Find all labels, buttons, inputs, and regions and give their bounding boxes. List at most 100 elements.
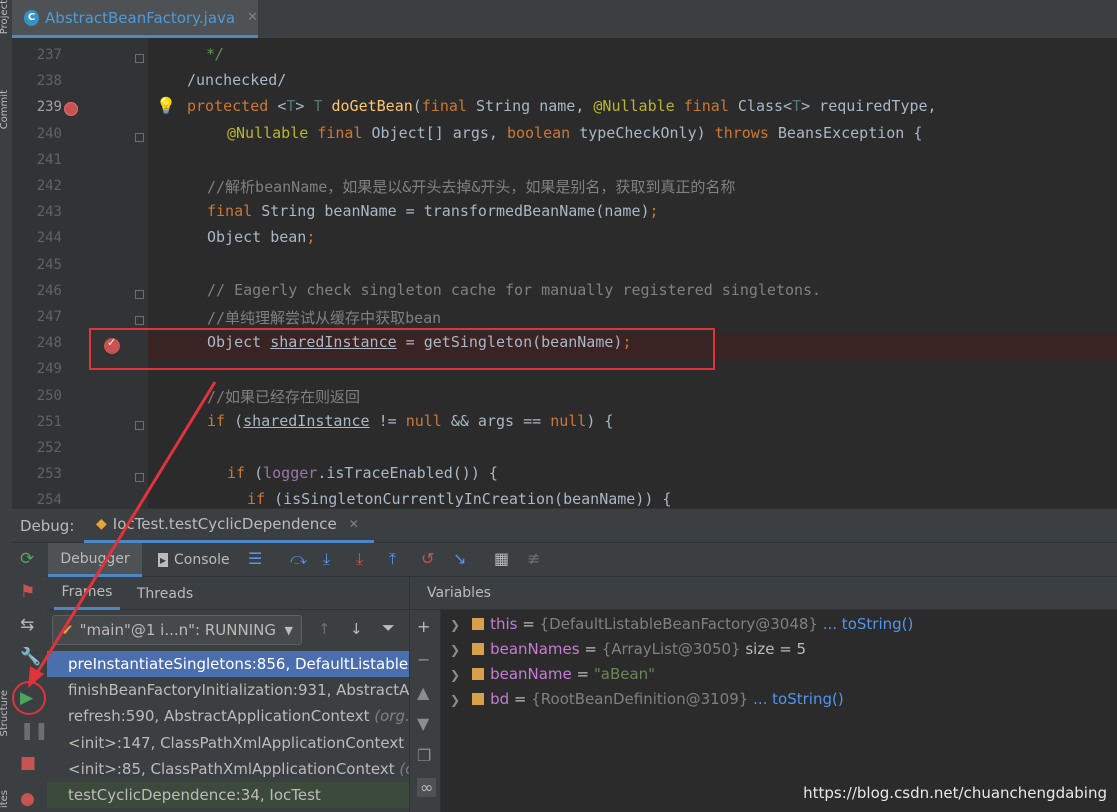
- to-string-link[interactable]: ... toString(): [748, 690, 844, 708]
- commit-tool-label[interactable]: Commit: [0, 90, 10, 129]
- code-token: if: [207, 411, 235, 430]
- variable-row[interactable]: ❯ beanNames = {ArrayList@3050} size = 5: [450, 637, 806, 662]
- code-token: */: [197, 45, 225, 63]
- fold-marker-icon[interactable]: [135, 420, 144, 430]
- code-token: throws: [714, 123, 778, 142]
- pause-program-icon[interactable]: ❚❚: [20, 721, 49, 741]
- close-tab-icon[interactable]: ✕: [247, 10, 258, 25]
- lightbulb-icon[interactable]: 💡: [156, 96, 176, 115]
- thread-selector[interactable]: ✔ "main"@1 i...n": RUNNING ▼: [52, 615, 302, 645]
- frame-package: (org: [399, 759, 409, 778]
- trace-stream-icon[interactable]: ≢: [527, 549, 540, 568]
- stop-icon[interactable]: ■: [20, 753, 36, 773]
- fold-marker-icon[interactable]: [135, 316, 144, 325]
- view-breakpoints-icon[interactable]: ●: [20, 789, 35, 809]
- run-to-cursor-icon[interactable]: ↘: [453, 549, 466, 568]
- duplicate-watch-icon[interactable]: ❐: [417, 746, 431, 765]
- to-string-link[interactable]: ... toString(): [818, 615, 914, 633]
- frame-method: refresh:590, AbstractApplicationContext: [68, 707, 375, 726]
- variable-row[interactable]: ❯ beanName = "aBean": [450, 662, 655, 687]
- line-number: 248: [36, 335, 62, 352]
- code-line: //单纯理解尝试从缓存中获取bean: [207, 307, 441, 328]
- frame-row[interactable]: refresh:590, AbstractApplicationContext …: [47, 703, 409, 729]
- evaluate-expression-icon[interactable]: ▦: [494, 549, 509, 568]
- expand-chevron-icon[interactable]: ❯: [450, 643, 460, 657]
- editor-file-tab[interactable]: C AbstractBeanFactory.java ✕: [12, 0, 258, 38]
- favorites-tool-label[interactable]: ites: [0, 790, 10, 808]
- frame-row[interactable]: testCyclicDependence:34, IocTest: [47, 782, 409, 808]
- next-frame-icon[interactable]: ↓: [350, 620, 363, 638]
- drop-frame-icon[interactable]: ↺: [421, 549, 434, 568]
- code-token: null: [405, 411, 451, 430]
- code-token: doGetBean: [331, 97, 413, 116]
- code-line: //解析beanName，如果是以&开头去掉&开头，如果是别名，获取到真正的名称: [207, 176, 735, 197]
- code-line: /unchecked/: [187, 71, 286, 89]
- code-token: typeCheckOnly): [579, 123, 715, 142]
- variable-equals: =: [517, 615, 540, 633]
- move-down-icon[interactable]: ▼: [417, 714, 429, 733]
- fold-marker-icon[interactable]: [135, 473, 144, 483]
- frame-row[interactable]: <init>:147, ClassPathXmlApplicationConte…: [47, 730, 409, 756]
- debug-session-tab[interactable]: ◆ IocTest.testCyclicDependence ✕: [84, 508, 374, 543]
- expand-chevron-icon[interactable]: ❯: [450, 618, 460, 632]
- variable-value: "aBean": [593, 665, 656, 683]
- fold-marker-icon[interactable]: [135, 54, 144, 63]
- show-watches-icon[interactable]: ∞: [417, 778, 437, 797]
- tab-threads[interactable]: Threads: [130, 577, 200, 610]
- frame-row[interactable]: <init>:85, ClassPathXmlApplicationContex…: [47, 756, 409, 782]
- settings-wrench-icon[interactable]: 🔧: [20, 647, 41, 667]
- expand-chevron-icon[interactable]: ❯: [450, 668, 460, 682]
- variable-row[interactable]: ❯ this = {DefaultListableBeanFactory@3048…: [450, 612, 913, 637]
- line-number: 253: [36, 466, 62, 483]
- fold-marker-icon[interactable]: [135, 289, 144, 299]
- code-token: Class<: [737, 97, 793, 116]
- code-token: if: [227, 464, 255, 483]
- step-over-icon[interactable]: ⤼: [290, 549, 307, 569]
- step-out-icon[interactable]: ⤒: [389, 549, 396, 569]
- project-tool-label[interactable]: Project: [0, 0, 10, 34]
- filter-icon[interactable]: ⏷: [382, 618, 395, 638]
- remove-watch-icon[interactable]: −: [417, 650, 430, 669]
- code-token: <: [277, 97, 287, 116]
- force-step-into-icon[interactable]: ⤓: [356, 549, 363, 569]
- tab-debugger[interactable]: Debugger: [48, 543, 142, 577]
- variable-equals: =: [579, 640, 602, 658]
- show-execution-point-icon[interactable]: ☰: [248, 549, 262, 568]
- modify-run-config-icon[interactable]: ⚑: [20, 582, 35, 602]
- line-number: 241: [36, 151, 62, 168]
- code-token: BeansException {: [777, 123, 923, 142]
- code-token: String name,: [476, 97, 594, 116]
- override-marker-icon[interactable]: [64, 102, 78, 116]
- new-watch-icon[interactable]: +: [417, 617, 430, 636]
- line-number: 246: [36, 282, 62, 299]
- code-line: if (isSingletonCurrentlyInCreation(beanN…: [247, 490, 671, 508]
- expand-chevron-icon[interactable]: ❯: [450, 693, 460, 707]
- frame-row[interactable]: preInstantiateSingletons:856, DefaultLis…: [47, 651, 409, 677]
- variable-value: {ArrayList@3050}: [601, 640, 741, 658]
- previous-frame-icon[interactable]: ↑: [318, 620, 331, 638]
- code-line: */: [197, 45, 224, 63]
- variable-row[interactable]: ❯ bd = {RootBeanDefinition@3109} ... toSt…: [450, 687, 844, 712]
- restore-layout-icon[interactable]: ⇆: [20, 615, 34, 635]
- fold-marker-icon[interactable]: [135, 132, 144, 142]
- variable-name: bd: [490, 690, 510, 708]
- tab-frames[interactable]: Frames: [54, 577, 120, 610]
- code-token: //解析beanName，如果是以&开头去掉&开头，如果是别名，获取到真正的名称: [207, 178, 736, 196]
- variable-equals: =: [571, 665, 594, 683]
- structure-tool-label[interactable]: Structure: [0, 690, 10, 737]
- rerun-icon[interactable]: ⟳: [20, 549, 34, 569]
- frame-package: (org.s: [374, 707, 409, 726]
- code-token: //单纯理解尝试从缓存中获取bean: [207, 309, 442, 327]
- close-session-icon[interactable]: ✕: [349, 517, 359, 531]
- code-line: protected <T> T doGetBean(final String n…: [187, 97, 937, 115]
- code-token: sharedInstance: [243, 411, 370, 430]
- field-icon: [472, 693, 485, 705]
- line-number: 254: [36, 492, 62, 509]
- step-into-icon[interactable]: ⤓: [323, 549, 330, 569]
- chevron-down-icon: ▼: [284, 623, 293, 637]
- move-up-icon[interactable]: ▲: [417, 683, 429, 702]
- tab-console[interactable]: ▸ Console: [150, 543, 242, 577]
- frame-row[interactable]: finishBeanFactoryInitialization:931, Abs…: [47, 677, 409, 703]
- line-number: 238: [36, 73, 62, 90]
- frame-method: <init>:147, ClassPathXmlApplicationConte…: [68, 733, 409, 752]
